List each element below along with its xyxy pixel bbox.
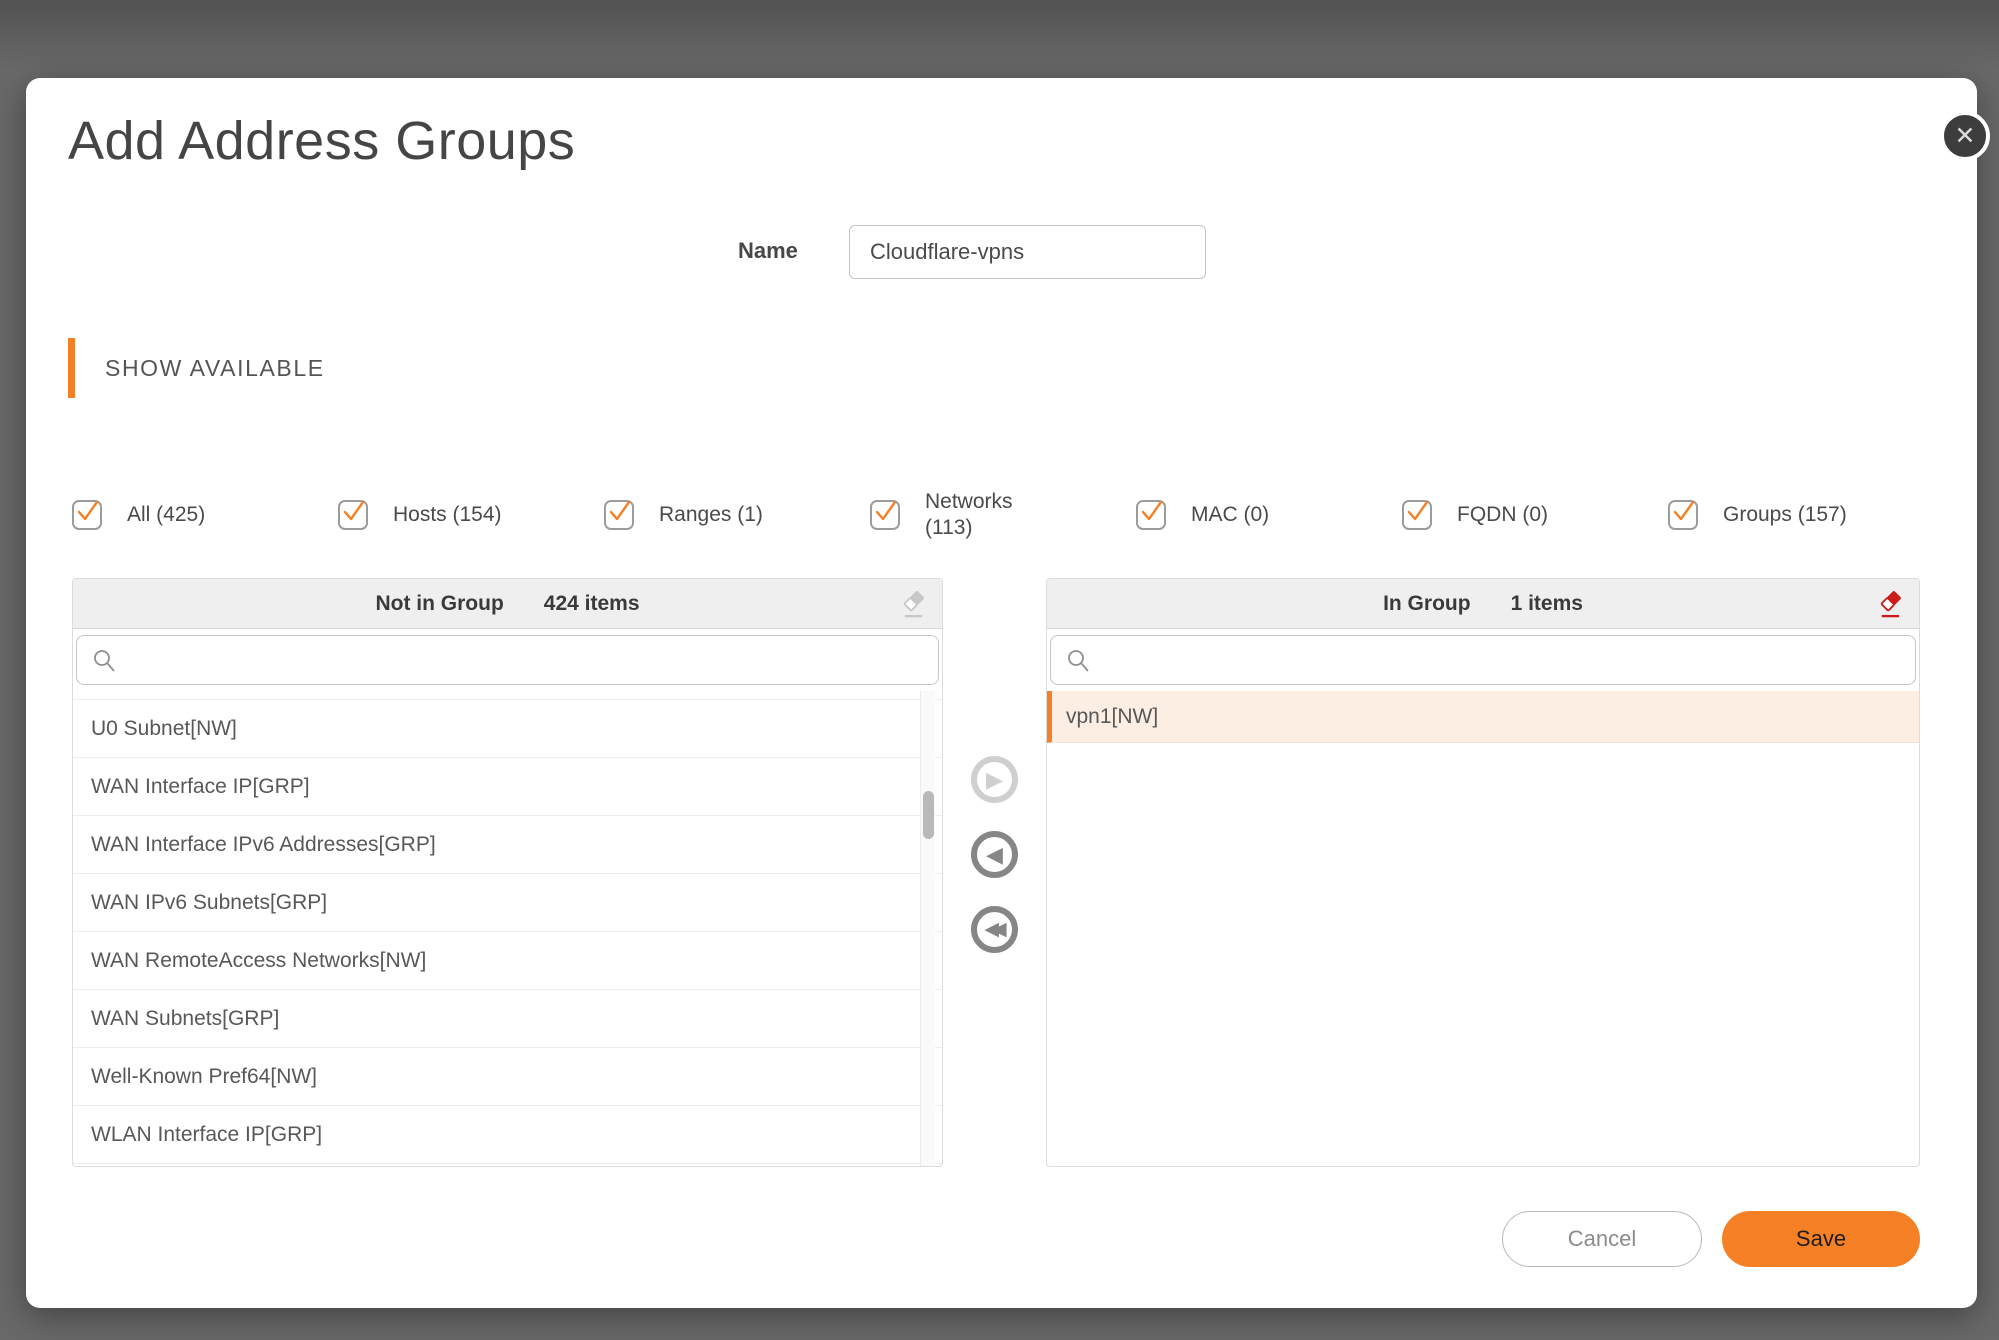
in-group-list: vpn1[NW] xyxy=(1047,691,1919,1167)
arrow-double-left-icon: ◀◀ xyxy=(984,920,999,939)
filter-label: FQDN (0) xyxy=(1457,502,1548,528)
transfer-buttons: ▶ ◀ ◀◀ xyxy=(943,578,1046,1167)
scrollbar-track[interactable] xyxy=(920,691,935,1166)
transfer-lists: Not in Group 424 items xyxy=(72,578,1920,1167)
panel-title: Not in Group xyxy=(375,592,503,616)
filter-label: Hosts (154) xyxy=(393,502,502,528)
show-available-section: SHOW AVAILABLE xyxy=(68,338,325,398)
list-item[interactable]: WAN RemoteAccess Networks[NW] xyxy=(73,932,942,990)
search-icon xyxy=(1066,648,1092,674)
filter-item: Groups (157) xyxy=(1668,500,1847,530)
filter-checkbox[interactable] xyxy=(72,500,102,530)
filter-item: Ranges (1) xyxy=(604,500,870,530)
filter-label: Groups (157) xyxy=(1723,502,1847,528)
filter-label: All (425) xyxy=(127,502,205,528)
filter-checkbox[interactable] xyxy=(870,500,900,530)
section-accent-bar xyxy=(68,338,75,398)
section-title: SHOW AVAILABLE xyxy=(105,355,325,382)
check-icon xyxy=(872,499,898,525)
search-icon xyxy=(92,648,118,674)
clear-left-selection-button[interactable] xyxy=(898,589,930,621)
not-in-group-list: U0 Subnet[NW]WAN Interface IP[GRP]WAN In… xyxy=(73,691,942,1167)
arrow-right-icon: ▶ xyxy=(986,769,1003,791)
move-left-button[interactable]: ◀ xyxy=(971,831,1018,878)
list-rows: U0 Subnet[NW]WAN Interface IP[GRP]WAN In… xyxy=(73,700,942,1164)
left-search-input[interactable] xyxy=(77,636,938,684)
dialog-title: Add Address Groups xyxy=(68,110,575,172)
selected-list-item[interactable]: vpn1[NW] xyxy=(1047,691,1919,743)
scrollbar-thumb[interactable] xyxy=(923,791,934,839)
list-item[interactable]: WAN Interface IP[GRP] xyxy=(73,758,942,816)
filter-item: Hosts (154) xyxy=(338,500,604,530)
filter-checkbox[interactable] xyxy=(338,500,368,530)
filter-checkbox[interactable] xyxy=(1668,500,1698,530)
check-icon xyxy=(1404,499,1430,525)
panel-item-count: 424 items xyxy=(544,592,640,616)
list-item[interactable]: WLAN Interface IP[GRP] xyxy=(73,1106,942,1164)
right-search-box xyxy=(1050,635,1916,685)
name-input[interactable] xyxy=(849,225,1206,279)
eraser-icon xyxy=(1876,589,1906,619)
list-item[interactable]: U0 Subnet[NW] xyxy=(73,700,942,758)
arrow-left-icon: ◀ xyxy=(986,844,1003,866)
add-address-groups-dialog: Add Address Groups ✕ Name SHOW AVAILABLE… xyxy=(26,78,1977,1308)
list-item[interactable]: WAN Subnets[GRP] xyxy=(73,990,942,1048)
eraser-icon xyxy=(899,589,929,619)
in-group-header: In Group 1 items xyxy=(1047,579,1919,629)
move-all-left-button[interactable]: ◀◀ xyxy=(971,906,1018,953)
check-icon xyxy=(1670,499,1696,525)
filter-checkbox[interactable] xyxy=(604,500,634,530)
right-search-input[interactable] xyxy=(1051,636,1915,684)
check-icon xyxy=(340,499,366,525)
not-in-group-panel: Not in Group 424 items xyxy=(72,578,943,1167)
move-right-button[interactable]: ▶ xyxy=(971,756,1018,803)
filter-item: Networks (113) xyxy=(870,489,1136,542)
panel-title: In Group xyxy=(1383,592,1471,616)
filter-label: Networks (113) xyxy=(925,489,1025,542)
filter-label: Ranges (1) xyxy=(659,502,763,528)
clear-group-button[interactable] xyxy=(1875,589,1907,621)
filter-item: MAC (0) xyxy=(1136,500,1402,530)
filter-item: All (425) xyxy=(72,500,338,530)
not-in-group-header: Not in Group 424 items xyxy=(73,579,942,629)
filter-checkbox-row: All (425) Hosts (154) Ranges (1) Netwo xyxy=(72,478,1847,552)
panel-item-count: 1 items xyxy=(1511,592,1583,616)
check-icon xyxy=(1138,499,1164,525)
filter-checkbox[interactable] xyxy=(1402,500,1432,530)
close-icon: ✕ xyxy=(1955,124,1976,149)
cancel-button[interactable]: Cancel xyxy=(1502,1211,1702,1267)
check-icon xyxy=(74,499,100,525)
save-button[interactable]: Save xyxy=(1722,1211,1920,1267)
filter-label: MAC (0) xyxy=(1191,502,1269,528)
filter-item: FQDN (0) xyxy=(1402,500,1668,530)
name-label: Name xyxy=(738,238,798,264)
list-item[interactable]: WAN Interface IPv6 Addresses[GRP] xyxy=(73,816,942,874)
list-rows: vpn1[NW] xyxy=(1047,691,1919,743)
list-item-partial xyxy=(73,691,942,700)
left-search-box xyxy=(76,635,939,685)
filter-checkbox[interactable] xyxy=(1136,500,1166,530)
check-icon xyxy=(606,499,632,525)
list-item[interactable]: Well-Known Pref64[NW] xyxy=(73,1048,942,1106)
list-item[interactable]: WAN IPv6 Subnets[GRP] xyxy=(73,874,942,932)
in-group-panel: In Group 1 items xyxy=(1046,578,1920,1167)
close-button[interactable]: ✕ xyxy=(1940,111,1990,161)
